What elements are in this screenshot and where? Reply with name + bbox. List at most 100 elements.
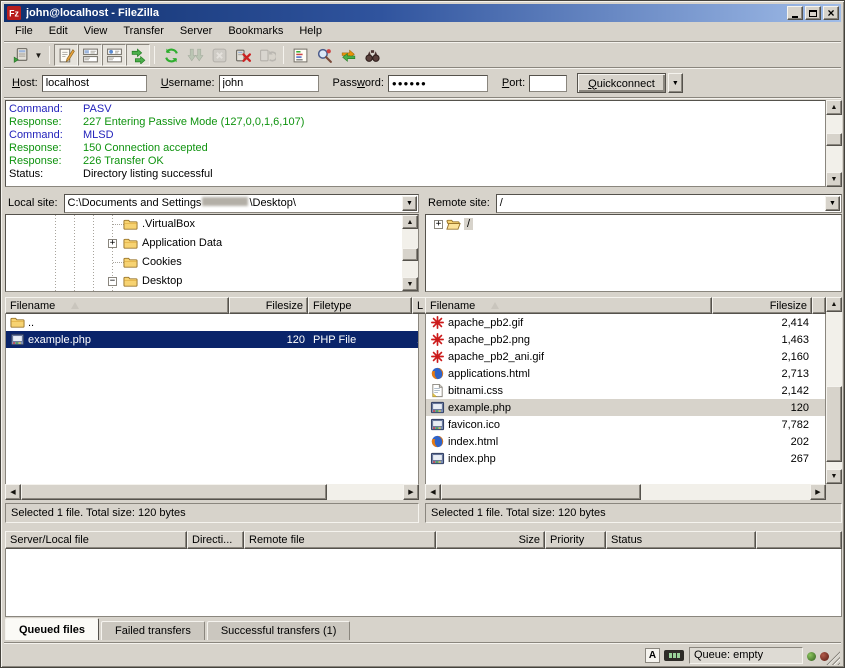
ico-file-icon (430, 417, 445, 432)
file-row[interactable]: applications.html2,713 (426, 365, 825, 382)
scroll-left-button[interactable]: ◀ (5, 484, 21, 500)
column-header-Filesize[interactable]: Filesize (712, 297, 812, 314)
host-label: Host: (12, 77, 38, 89)
local-tree-scrollbar: ▲ ▼ (402, 215, 418, 291)
scroll-down-button[interactable]: ▼ (826, 172, 842, 187)
remote-list-hscrollbar: ◀ ▶ (425, 484, 826, 500)
queue-column-serverlocalfile[interactable]: Server/Local file (5, 531, 187, 549)
local-site-combo[interactable]: C:\Documents and Settings\Desktop\ ▼ (64, 194, 419, 213)
filezilla-window: Fz john@localhost - FileZilla × FileEdit… (0, 0, 845, 668)
scroll-down-button[interactable]: ▼ (402, 277, 418, 291)
quickconnect-dropdown-button[interactable]: ▼ (668, 73, 683, 93)
site-manager-dropdown-button[interactable]: ▼ (32, 44, 45, 66)
file-row[interactable]: example.php120 (426, 399, 825, 416)
file-row[interactable]: .. (6, 314, 418, 331)
tree-item-label: / (464, 218, 473, 230)
directory-listing-filters-button[interactable] (288, 44, 312, 66)
queue-column-size[interactable]: Size (436, 531, 545, 549)
file-row[interactable]: apache_pb2.png1,463 (426, 331, 825, 348)
maximize-button[interactable] (805, 6, 821, 20)
password-input[interactable] (388, 75, 488, 92)
menu-help[interactable]: Help (291, 22, 330, 41)
queue-column-directi[interactable]: Directi... (187, 531, 244, 549)
tab-queued-files[interactable]: Queued files (5, 618, 99, 640)
file-row[interactable]: favicon.ico7,782 (426, 416, 825, 433)
chevron-down-icon[interactable]: ▼ (402, 196, 417, 211)
column-header-Filesize[interactable]: Filesize (229, 297, 308, 314)
column-header-Filename[interactable]: Filename (5, 297, 229, 314)
file-row[interactable]: apache_pb2.gif2,414 (426, 314, 825, 331)
site-manager-button[interactable] (8, 44, 32, 66)
scroll-up-button[interactable]: ▲ (826, 100, 842, 115)
tab-failed-transfers[interactable]: Failed transfers (101, 621, 205, 640)
tree-item[interactable]: .VirtualBox (6, 215, 418, 234)
scroll-up-button[interactable]: ▲ (402, 215, 418, 229)
scroll-right-button[interactable]: ▶ (403, 484, 419, 500)
menu-bookmarks[interactable]: Bookmarks (220, 22, 291, 41)
scroll-down-button[interactable]: ▼ (826, 469, 842, 484)
port-input[interactable] (529, 75, 567, 92)
file-cell (309, 314, 413, 331)
disconnect-button[interactable] (231, 44, 255, 66)
expand-icon[interactable]: + (434, 220, 443, 229)
scroll-up-button[interactable]: ▲ (826, 297, 842, 312)
file-name-cell: applications.html (426, 365, 713, 382)
queue-column-priority[interactable]: Priority (545, 531, 606, 549)
file-row[interactable]: example.php120PHP File1 (6, 331, 418, 348)
directory-comparison-button[interactable] (312, 44, 336, 66)
find-files-icon (364, 47, 381, 64)
file-row[interactable]: index.php267 (426, 450, 825, 467)
username-input[interactable] (219, 75, 319, 92)
queue-column-remotefile[interactable]: Remote file (244, 531, 436, 549)
scrollbar-corner (826, 484, 842, 500)
expand-icon[interactable]: + (108, 239, 117, 248)
cancel-operation-icon (211, 47, 228, 64)
scroll-thumb[interactable] (21, 484, 327, 500)
quickconnect-button[interactable]: Quickconnect (577, 73, 666, 93)
menu-view[interactable]: View (76, 22, 116, 41)
tree-item[interactable]: +Application Data (6, 234, 418, 253)
toggle-transfer-queue-button[interactable] (126, 44, 150, 66)
ascii-data-type-icon: A (645, 648, 660, 663)
file-row[interactable]: index.html202 (426, 433, 825, 450)
menu-transfer[interactable]: Transfer (115, 22, 172, 41)
scroll-right-button[interactable]: ▶ (810, 484, 826, 500)
toggle-local-tree-button[interactable] (78, 44, 102, 66)
queue-column-status[interactable]: Status (606, 531, 756, 549)
queue-body (5, 549, 842, 617)
remote-site-combo[interactable]: / ▼ (496, 194, 842, 213)
minimize-button[interactable] (787, 6, 803, 20)
collapse-icon[interactable]: − (108, 277, 117, 286)
refresh-button[interactable] (159, 44, 183, 66)
scroll-thumb[interactable] (826, 133, 842, 146)
log-text: 227 Entering Passive Mode (127,0,0,1,6,1… (83, 116, 304, 129)
tab-successful-transfers-1-[interactable]: Successful transfers (1) (207, 621, 351, 640)
tree-item[interactable]: Cookies (6, 253, 418, 272)
host-input[interactable] (42, 75, 147, 92)
find-files-button[interactable] (360, 44, 384, 66)
synchronized-browsing-button[interactable] (336, 44, 360, 66)
file-row[interactable]: apache_pb2_ani.gif2,160 (426, 348, 825, 365)
toggle-message-log-button[interactable] (54, 44, 78, 66)
menu-file[interactable]: File (7, 22, 41, 41)
menu-server[interactable]: Server (172, 22, 220, 41)
scroll-thumb[interactable] (826, 386, 842, 462)
file-name-cell: index.html (426, 433, 713, 450)
local-path: C:\Documents and Settings\Desktop\ (68, 197, 296, 209)
close-button[interactable]: × (823, 6, 839, 20)
column-header-Filename[interactable]: Filename (425, 297, 712, 314)
tree-item[interactable]: +/ (426, 215, 841, 234)
chevron-down-icon[interactable]: ▼ (825, 196, 840, 211)
tree-item[interactable]: −Desktop (6, 272, 418, 291)
column-header-Filetype[interactable]: Filetype (308, 297, 412, 314)
scroll-thumb[interactable] (402, 248, 418, 261)
file-row[interactable]: bitnami.css2,142 (426, 382, 825, 399)
process-queue-icon (187, 47, 204, 64)
scroll-left-button[interactable]: ◀ (425, 484, 441, 500)
sort-ascending-icon (71, 302, 79, 309)
toggle-remote-tree-button[interactable] (102, 44, 126, 66)
queue-header: Server/Local fileDirecti...Remote fileSi… (5, 531, 842, 549)
menu-edit[interactable]: Edit (41, 22, 76, 41)
scroll-thumb[interactable] (441, 484, 641, 500)
close-icon: × (827, 8, 834, 18)
